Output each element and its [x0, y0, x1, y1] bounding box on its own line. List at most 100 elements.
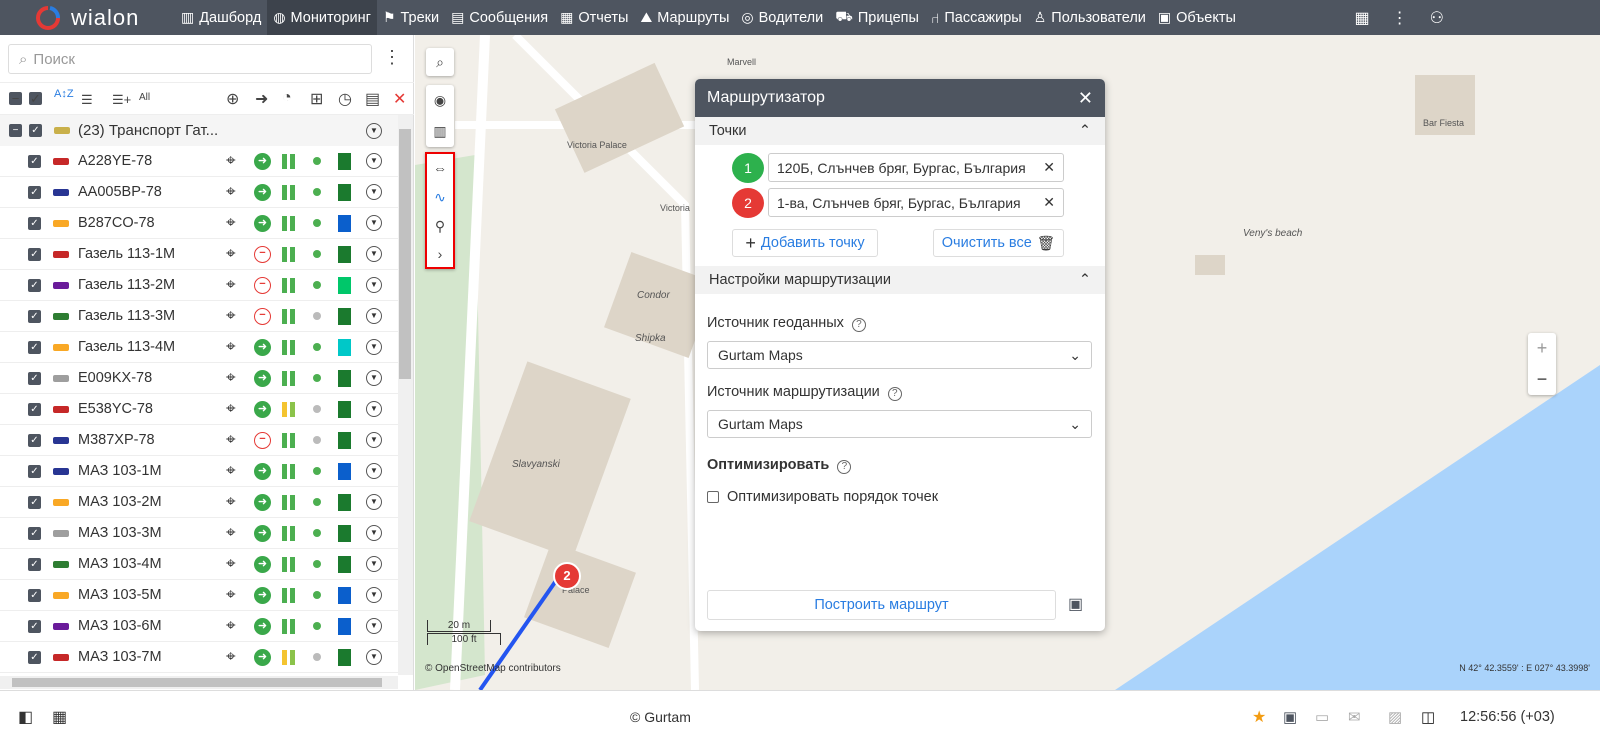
unit-dropdown-icon[interactable]: ▼: [366, 587, 382, 603]
locate-icon[interactable]: ⌖: [226, 616, 236, 636]
unit-checkbox[interactable]: ✓: [28, 433, 41, 447]
notifications-icon[interactable]: ▭: [1315, 708, 1329, 726]
unit-checkbox[interactable]: ✓: [28, 154, 41, 168]
unit-row[interactable]: ✓ M387XP-78 ⌖ − ▼: [0, 425, 398, 456]
route-source-select[interactable]: Gurtam Maps ⌄: [707, 410, 1092, 438]
group-checkbox[interactable]: ✓: [29, 124, 42, 137]
connection-column-icon[interactable]: ◔: [282, 89, 292, 107]
group-dropdown-icon[interactable]: ▼: [366, 122, 382, 139]
point-2-input[interactable]: 1-ва, Слънчев бряг, Бургас, България ✕: [768, 188, 1064, 217]
clear-point-icon[interactable]: ✕: [1043, 194, 1055, 211]
locate-icon[interactable]: ⌖: [226, 492, 236, 512]
map-icon[interactable]: ▥: [426, 116, 454, 147]
nav-seat[interactable]: ⑁ Пассажиры: [925, 0, 1028, 35]
apps-grid-icon[interactable]: ▦: [1355, 8, 1370, 28]
indent-icon[interactable]: ☰: [81, 92, 93, 108]
more-menu-icon[interactable]: ⋮: [1392, 8, 1408, 28]
speed-column-icon[interactable]: ◷: [338, 89, 352, 109]
locate-icon[interactable]: ⌖: [226, 523, 236, 543]
layout-icon[interactable]: ◫: [1421, 708, 1435, 726]
locate-icon[interactable]: ⌖: [226, 585, 236, 605]
unit-checkbox[interactable]: ✓: [28, 247, 41, 261]
locate-icon[interactable]: ⌖: [226, 244, 236, 264]
unit-dropdown-icon[interactable]: ▼: [366, 277, 382, 293]
point-1-input[interactable]: 120Б, Слънчев бряг, Бургас, България ✕: [768, 153, 1064, 182]
unit-row[interactable]: ✓ МАЗ 103-1М ⌖ ➜ ▼: [0, 456, 398, 487]
geo-source-select[interactable]: Gurtam Maps ⌄: [707, 341, 1092, 369]
unit-dropdown-icon[interactable]: ▼: [366, 339, 382, 355]
unit-checkbox[interactable]: ✓: [28, 588, 41, 602]
mail-icon[interactable]: ✉: [1348, 708, 1361, 726]
search-input[interactable]: ⌕ Поиск: [8, 44, 372, 74]
unit-dropdown-icon[interactable]: ▼: [366, 401, 382, 417]
unit-row[interactable]: ✓ AA005BP-78 ⌖ ➜ ▼: [0, 177, 398, 208]
sort-az-icon[interactable]: A↕Z: [54, 88, 74, 100]
help-icon[interactable]: ?: [851, 318, 866, 332]
unit-dropdown-icon[interactable]: ▼: [366, 463, 382, 479]
unit-dropdown-icon[interactable]: ▼: [366, 370, 382, 386]
toggle-sidebar-icon[interactable]: ◧: [18, 707, 33, 727]
eye-icon[interactable]: ◉: [426, 85, 454, 116]
favorites-star-icon[interactable]: ★: [1252, 707, 1266, 727]
unit-row[interactable]: ✓ МАЗ 103-4М ⌖ ➜ ▼: [0, 549, 398, 580]
zoom-out-button[interactable]: −: [1528, 364, 1556, 395]
locate-icon[interactable]: ⌖: [226, 337, 236, 357]
image-icon[interactable]: ▨: [1388, 708, 1402, 726]
nav-messages[interactable]: ▤ Сообщения: [445, 0, 554, 35]
unit-row[interactable]: ✓ МАЗ 103-5М ⌖ ➜ ▼: [0, 580, 398, 611]
locate-icon[interactable]: ⌖: [226, 554, 236, 574]
wialon-logo[interactable]: wialon: [0, 5, 175, 31]
locate-icon[interactable]: ⌖: [226, 399, 236, 419]
locate-icon[interactable]: ⌖: [226, 430, 236, 450]
unit-dropdown-icon[interactable]: ▼: [366, 184, 382, 200]
close-icon[interactable]: ✕: [1078, 88, 1093, 109]
locator-column-icon[interactable]: ⊕: [226, 89, 239, 109]
locate-icon[interactable]: ⌖: [226, 461, 236, 481]
help-icon[interactable]: ?: [887, 387, 902, 401]
nav-steering[interactable]: ◎ Водители: [735, 0, 829, 35]
group-collapse-checkbox[interactable]: −: [9, 124, 22, 137]
map-search-button[interactable]: ⌕: [426, 48, 454, 76]
unit-group-row[interactable]: − ✓ (23) Транспорт Гат... ▼: [0, 115, 398, 146]
locate-icon[interactable]: ⌖: [226, 647, 236, 667]
horizontal-scrollbar[interactable]: [0, 676, 398, 689]
unit-checkbox[interactable]: ✓: [28, 557, 41, 571]
unit-dropdown-icon[interactable]: ▼: [366, 246, 382, 262]
unit-checkbox[interactable]: ✓: [28, 185, 41, 199]
unit-checkbox[interactable]: ✓: [28, 526, 41, 540]
unit-row[interactable]: ✓ E538YC-78 ⌖ ➜ ▼: [0, 394, 398, 425]
collapse-all-checkbox[interactable]: −: [9, 92, 22, 105]
settings-section-header[interactable]: Настройки маршрутизации ⌃: [695, 266, 1105, 294]
unit-row[interactable]: ✓ E009KX-78 ⌖ ➜ ▼: [0, 363, 398, 394]
delete-icon[interactable]: ✕: [393, 89, 406, 109]
unit-row[interactable]: ✓ МАЗ 103-2М ⌖ ➜ ▼: [0, 487, 398, 518]
ruler-icon[interactable]: ⇔: [427, 154, 453, 183]
sensor-column-icon[interactable]: ⊞: [310, 89, 323, 109]
clear-all-button[interactable]: Очистить все 🗑: [933, 229, 1064, 257]
contacts-icon[interactable]: ▣: [1283, 708, 1297, 726]
add-point-button[interactable]: + Добавить точку: [732, 229, 878, 257]
vertical-scrollbar[interactable]: [398, 115, 413, 675]
unit-checkbox[interactable]: ✓: [28, 650, 41, 664]
unit-checkbox[interactable]: ✓: [28, 619, 41, 633]
unit-dropdown-icon[interactable]: ▼: [366, 556, 382, 572]
nav-route[interactable]: ⛰ Маршруты: [634, 0, 735, 35]
expand-tools-icon[interactable]: ›: [427, 241, 453, 267]
unit-checkbox[interactable]: ✓: [28, 340, 41, 354]
unit-row[interactable]: ✓ Газель 113-1М ⌖ − ▼: [0, 239, 398, 270]
unit-dropdown-icon[interactable]: ▼: [366, 649, 382, 665]
unit-row[interactable]: ✓ B287CO-78 ⌖ ➜ ▼: [0, 208, 398, 239]
sidebar-menu-icon[interactable]: ⋮: [383, 47, 401, 68]
nav-report[interactable]: ▦ Отчеты: [554, 0, 634, 35]
unit-checkbox[interactable]: ✓: [28, 371, 41, 385]
unit-row[interactable]: ✓ Газель 113-3М ⌖ − ▼: [0, 301, 398, 332]
locate-icon[interactable]: ⌖: [226, 275, 236, 295]
locate-icon[interactable]: ⌖: [226, 213, 236, 233]
route-points-icon[interactable]: ⚲: [427, 212, 453, 241]
motion-column-icon[interactable]: ➜: [255, 89, 268, 109]
nav-bus[interactable]: ▣ Объекты: [1152, 0, 1242, 35]
unit-dropdown-icon[interactable]: ▼: [366, 153, 382, 169]
nav-user[interactable]: ♙ Пользователи: [1028, 0, 1152, 35]
route-point-marker[interactable]: 2: [553, 562, 581, 590]
optimize-order-checkbox[interactable]: Оптимизировать порядок точек: [707, 489, 938, 505]
